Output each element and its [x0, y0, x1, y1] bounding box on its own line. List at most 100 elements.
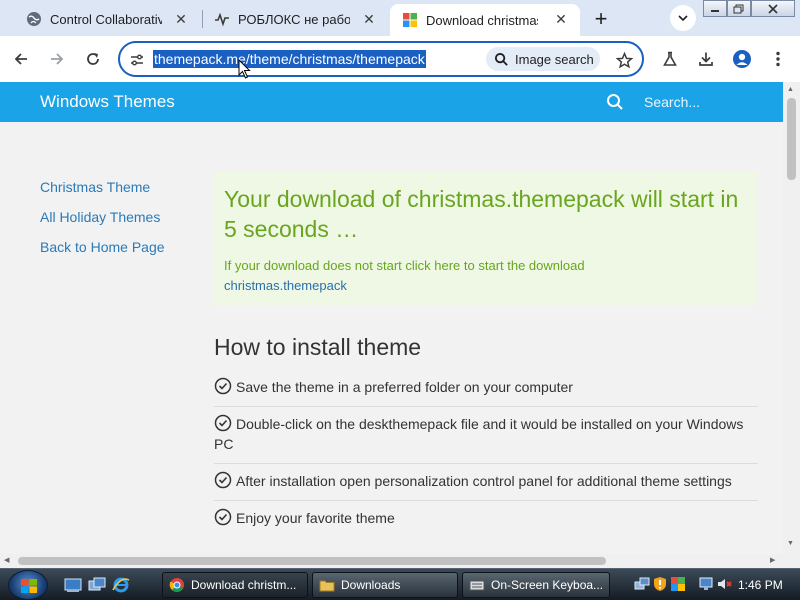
list-item: Double-click on the deskthemepack file a…	[214, 407, 758, 464]
arrow-left-icon	[14, 53, 27, 65]
list-item: Save the theme in a preferred folder on …	[214, 370, 758, 407]
nav-link-home-page[interactable]: Back to Home Page	[40, 239, 165, 269]
horizontal-scroll-thumb[interactable]	[18, 557, 606, 565]
browser-toolbar: themepack.me/theme/christmas/themepack I…	[0, 36, 800, 82]
taskbar-clock[interactable]: 1:46 PM	[738, 578, 783, 592]
arrow-right-icon	[51, 53, 64, 65]
scroll-up-arrow-icon[interactable]: ▲	[787, 86, 794, 93]
list-item: After installation open personalization …	[214, 464, 758, 501]
switch-windows-icon[interactable]	[88, 576, 106, 594]
keyboard-icon	[469, 580, 485, 591]
system-tray: 1:46 PM	[626, 572, 800, 598]
vertical-scrollbar[interactable]: ▲ ▼	[783, 82, 800, 554]
howto-heading: How to install theme	[214, 334, 422, 360]
download-notice: Your download of christmas.themepack wil…	[214, 172, 758, 306]
windows-flag-icon	[21, 579, 37, 593]
list-item: Enjoy your favorite theme	[214, 501, 758, 537]
taskbar-button-label: On-Screen Keyboa...	[491, 578, 604, 592]
tab-control-collaborative[interactable]: Control Collaborative ✕	[14, 4, 200, 34]
reload-icon	[87, 53, 99, 65]
tab-download-christmas[interactable]: Download christmas.th ✕	[390, 4, 580, 36]
window-caption-buttons	[703, 0, 795, 18]
search-icon[interactable]	[606, 93, 624, 111]
step-text: Save the theme in a preferred folder on …	[236, 379, 573, 395]
check-circle-icon	[214, 377, 232, 395]
shield-warning-icon[interactable]	[652, 576, 668, 592]
download-notice-title: Your download of christmas.themepack wil…	[224, 186, 739, 242]
site-search-input[interactable]: Search...	[644, 94, 700, 110]
tab-close-icon[interactable]: ✕	[360, 10, 378, 28]
site-header: Windows Themes Search...	[0, 82, 783, 122]
image-search-button[interactable]: Image search	[486, 47, 600, 71]
side-navigation: Christmas Theme All Holiday Themes Back …	[40, 179, 165, 269]
taskbar-button-chrome[interactable]: Download christm...	[162, 572, 308, 598]
check-circle-icon	[214, 414, 232, 432]
mouse-cursor-icon	[238, 59, 251, 79]
flask-icon	[663, 51, 677, 66]
taskbar-button-label: Downloads	[341, 578, 401, 592]
avatar-icon	[733, 50, 751, 68]
internet-explorer-icon[interactable]	[112, 576, 130, 594]
site-title[interactable]: Windows Themes	[40, 92, 175, 112]
chevron-down-icon	[678, 15, 688, 22]
download-notice-text[interactable]: If your download does not start click he…	[224, 258, 585, 273]
bookmark-star-button[interactable]	[612, 48, 636, 72]
scroll-down-arrow-icon[interactable]: ▼	[787, 540, 794, 547]
forward-button[interactable]	[44, 46, 70, 72]
start-button[interactable]	[8, 570, 48, 600]
check-circle-icon	[214, 508, 232, 526]
taskbar-button-downloads[interactable]: Downloads	[312, 572, 458, 598]
more-vert-icon	[776, 51, 780, 67]
tab-title: Control Collaborative	[50, 11, 162, 27]
tab-title: РОБЛОКС не работае	[238, 11, 350, 27]
tab-strip: Control Collaborative ✕ РОБЛОКС не работ…	[0, 0, 800, 36]
windows-logo-icon	[402, 12, 418, 28]
volume-muted-icon[interactable]	[716, 576, 732, 592]
profile-button[interactable]	[729, 46, 755, 72]
taskbar: Download christm... Downloads On-Screen …	[0, 568, 800, 600]
nav-link-christmas-theme[interactable]: Christmas Theme	[40, 179, 165, 209]
tab-close-icon[interactable]: ✕	[552, 10, 570, 28]
restore-icon	[733, 4, 744, 13]
close-window-button[interactable]	[751, 0, 795, 17]
horizontal-scrollbar[interactable]: ◀ ▶	[0, 554, 783, 568]
install-steps-list: Save the theme in a preferred folder on …	[214, 370, 758, 537]
step-text: Double-click on the deskthemepack file a…	[214, 416, 744, 452]
menu-button[interactable]	[765, 46, 791, 72]
scroll-right-arrow-icon[interactable]: ▶	[770, 556, 775, 564]
taskbar-button-keyboard[interactable]: On-Screen Keyboa...	[462, 572, 610, 598]
tab-search-button[interactable]	[670, 5, 696, 31]
security-center-icon[interactable]	[670, 576, 686, 592]
back-button[interactable]	[8, 46, 34, 72]
address-bar[interactable]: themepack.me/theme/christmas/themepack I…	[118, 41, 644, 77]
image-search-label: Image search	[515, 51, 594, 67]
restore-button[interactable]	[727, 0, 751, 17]
star-icon	[615, 51, 633, 68]
chrome-icon	[169, 578, 184, 592]
reload-button[interactable]	[80, 46, 106, 72]
tab-title: Download christmas.th	[426, 12, 538, 28]
check-circle-icon	[214, 471, 232, 489]
new-tab-button[interactable]: +	[588, 6, 614, 32]
network-icon[interactable]	[698, 576, 714, 592]
site-settings-icon[interactable]	[128, 51, 146, 69]
minimize-button[interactable]	[703, 0, 727, 17]
tab-close-icon[interactable]: ✕	[172, 10, 190, 28]
download-icon	[699, 52, 713, 66]
show-desktop-icon[interactable]	[64, 576, 82, 594]
globe-icon	[26, 11, 42, 27]
web-page: Windows Themes Search... Christmas Theme…	[0, 82, 783, 554]
downloads-button[interactable]	[693, 46, 719, 72]
step-text: After installation open personalization …	[236, 473, 732, 489]
vertical-scroll-thumb[interactable]	[787, 98, 796, 180]
scrollbar-corner	[783, 554, 800, 568]
network-share-icon[interactable]	[634, 576, 650, 592]
nav-link-all-holiday-themes[interactable]: All Holiday Themes	[40, 209, 165, 239]
folder-icon	[319, 580, 335, 592]
download-file-link[interactable]: christmas.themepack	[224, 278, 347, 293]
labs-button[interactable]	[657, 46, 683, 72]
url-text[interactable]: themepack.me/theme/christmas/themepack	[153, 50, 426, 68]
tab-roblox[interactable]: РОБЛОКС не работае ✕	[202, 4, 388, 34]
close-icon	[768, 3, 778, 14]
scroll-left-arrow-icon[interactable]: ◀	[4, 556, 9, 564]
